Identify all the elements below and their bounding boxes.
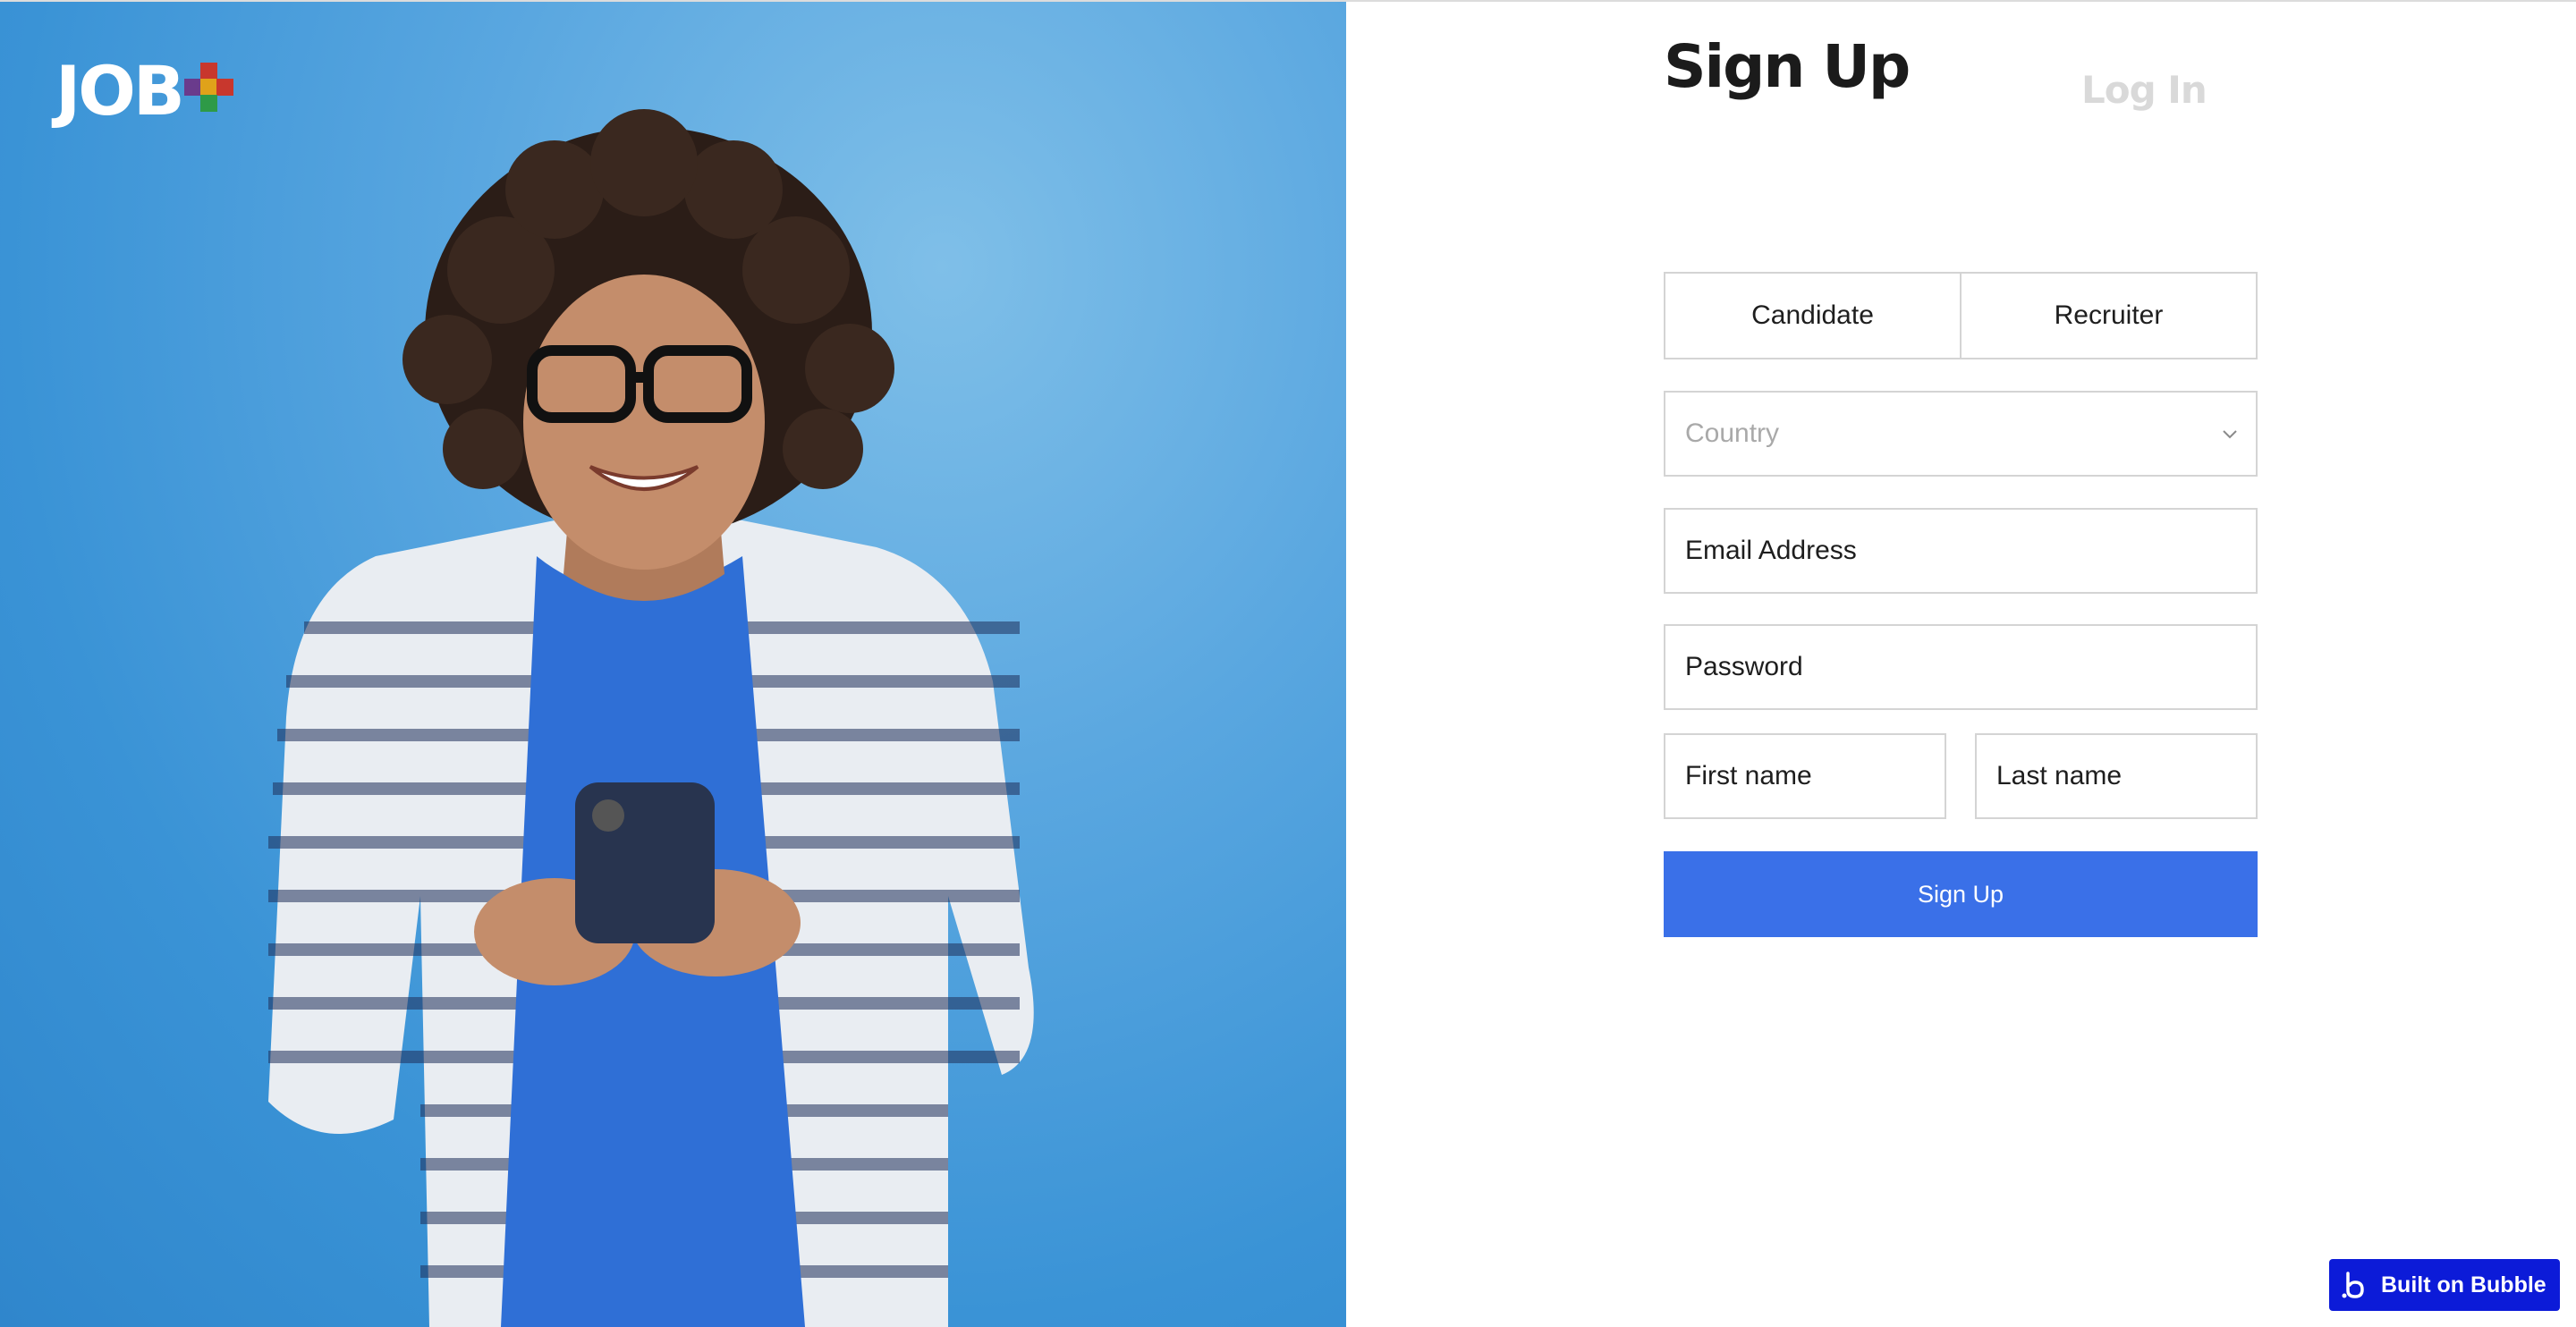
bubble-logo-icon bbox=[2342, 1272, 2364, 1298]
hero-image-panel: JOB bbox=[0, 2, 1346, 1327]
password-field-placeholder: Password bbox=[1685, 652, 1803, 681]
email-field-placeholder: Email Address bbox=[1685, 536, 1857, 565]
password-field[interactable]: Password bbox=[1664, 624, 2258, 710]
hero-person-photo bbox=[268, 109, 1034, 1327]
built-on-bubble-label: Built on Bubble bbox=[2381, 1272, 2546, 1297]
last-name-field-placeholder: Last name bbox=[1996, 761, 2123, 790]
tab-log-in[interactable]: Log In bbox=[2081, 68, 2207, 112]
last-name-field[interactable]: Last name bbox=[1975, 733, 2258, 819]
country-select[interactable]: Country bbox=[1664, 391, 2258, 477]
sign-up-submit-button[interactable]: Sign Up bbox=[1664, 851, 2258, 937]
email-field[interactable]: Email Address bbox=[1664, 508, 2258, 594]
recruiter-role-button[interactable]: Recruiter bbox=[1960, 274, 2256, 358]
logo-plus-icon bbox=[183, 63, 234, 113]
first-name-field-placeholder: First name bbox=[1685, 761, 1812, 790]
first-name-field[interactable]: First name bbox=[1664, 733, 1946, 819]
chevron-down-icon bbox=[2223, 430, 2237, 439]
built-on-bubble-badge[interactable]: Built on Bubble bbox=[2329, 1259, 2560, 1311]
brand-logo[interactable]: JOB bbox=[55, 57, 234, 125]
logo-text: JOB bbox=[55, 51, 185, 131]
signup-page: JOB Sign Up Log In Candidate Recruiter C… bbox=[0, 0, 2576, 1327]
candidate-role-button[interactable]: Candidate bbox=[1665, 274, 1960, 358]
signup-form-panel: Sign Up Log In Candidate Recruiter Count… bbox=[1346, 2, 2576, 1327]
role-toggle: Candidate Recruiter bbox=[1664, 272, 2258, 359]
country-select-placeholder: Country bbox=[1685, 418, 1780, 448]
tab-sign-up[interactable]: Sign Up bbox=[1664, 32, 1911, 101]
